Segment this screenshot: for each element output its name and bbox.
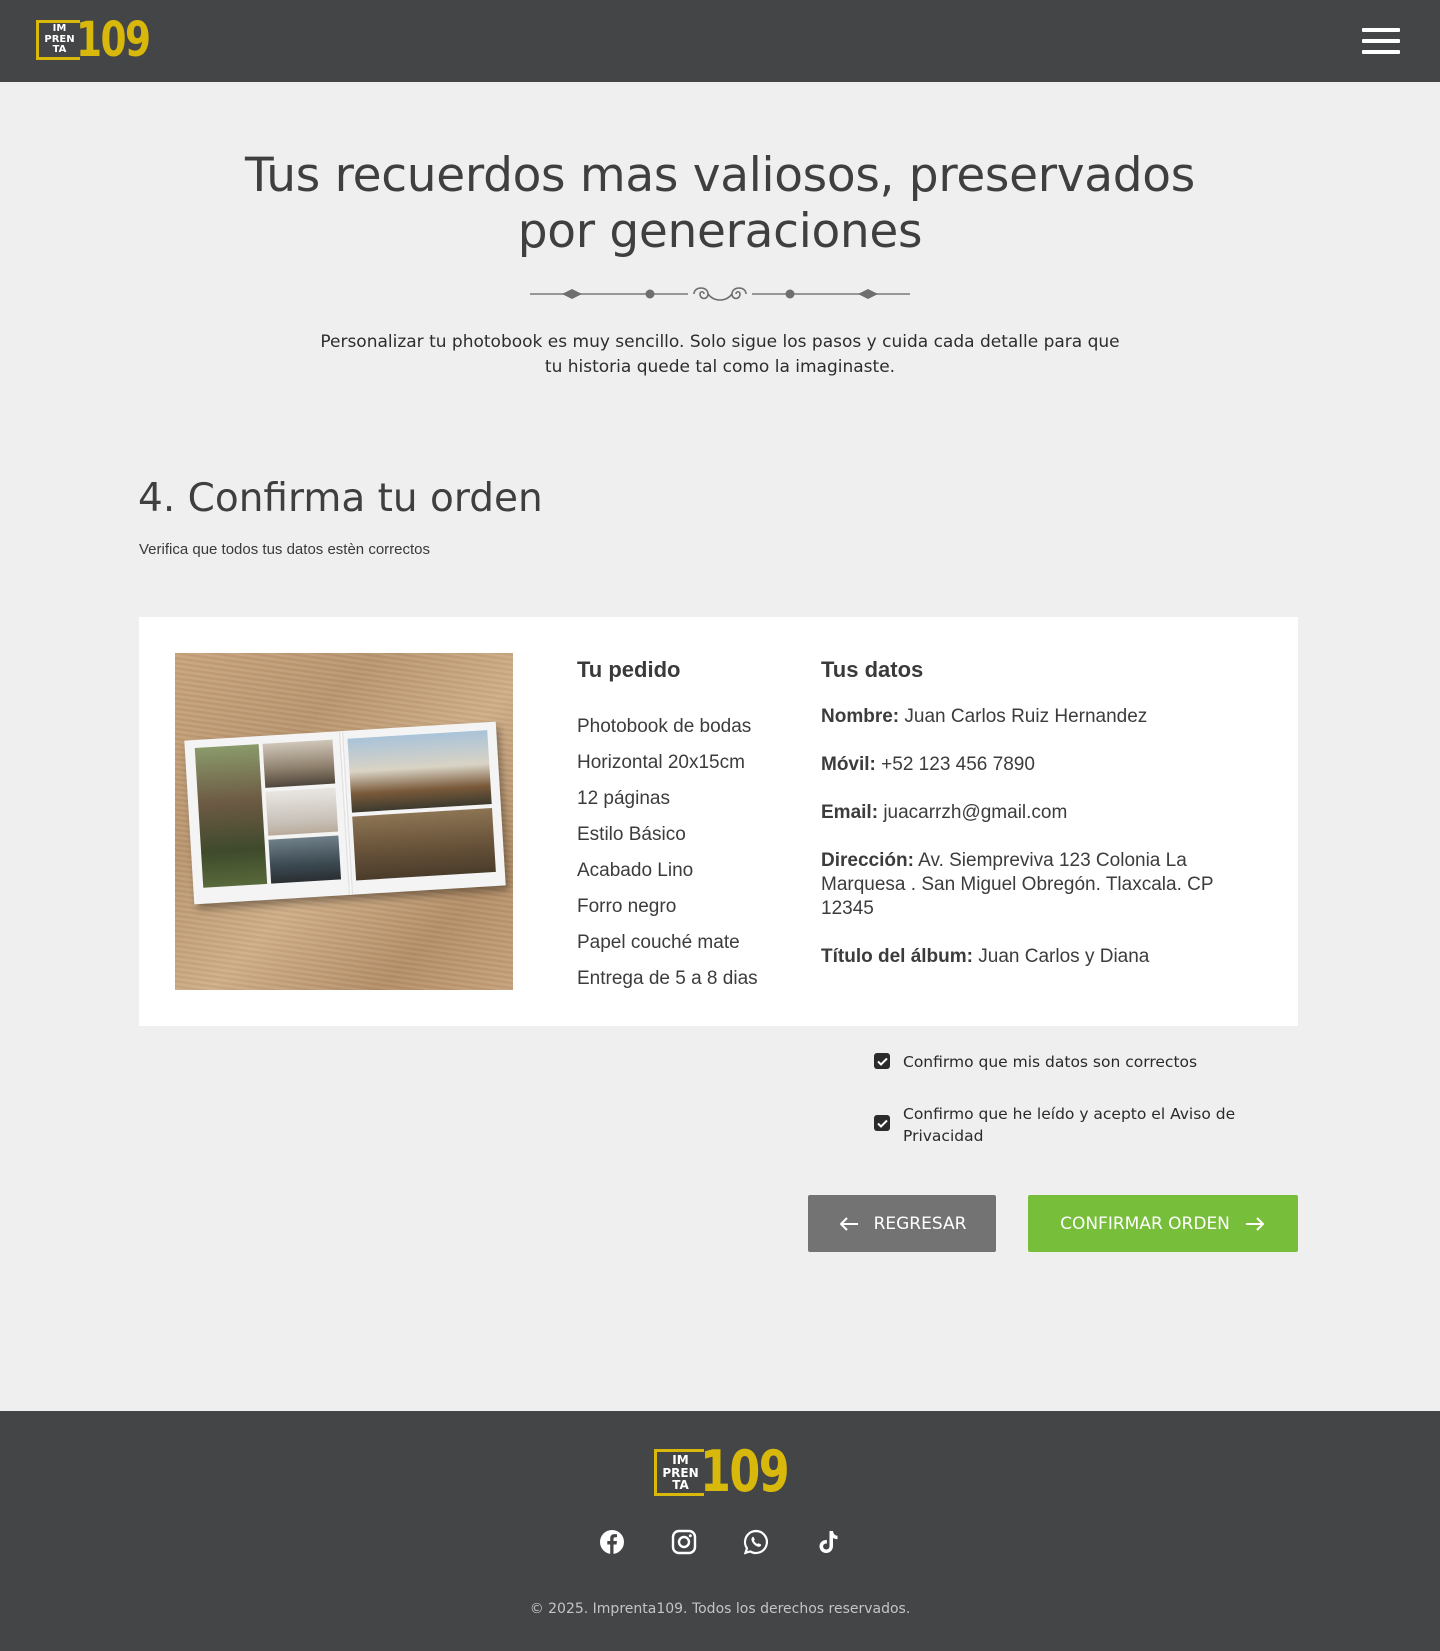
order-item: Photobook de bodas [577, 716, 752, 737]
facebook-icon[interactable] [599, 1529, 625, 1555]
checkmark-icon[interactable] [874, 1115, 890, 1131]
step-subtitle: Verifica que todos tus datos estèn corre… [139, 541, 430, 558]
order-summary-card: Tu pedido Photobook de bodas Horizontal … [139, 617, 1298, 1026]
order-item: Entrega de 5 a 8 dias [577, 968, 758, 989]
site-header: IM PREN TA 109 [0, 0, 1440, 82]
order-title: Tu pedido [577, 657, 681, 682]
logo-text-line: TA [672, 1478, 689, 1493]
field-label: Móvil: [821, 754, 876, 775]
field-value: Juan Carlos y Diana [978, 946, 1150, 967]
order-item: Acabado Lino [577, 860, 694, 881]
confirm-order-label: CONFIRMAR ORDEN [1060, 1213, 1230, 1234]
footer-logo[interactable]: IM PREN TA 109 [654, 1439, 813, 1505]
field-label: Dirección: [821, 850, 914, 871]
site-footer: IM PREN TA 109 © 2025. Imprenta109. Todo… [0, 1411, 1440, 1651]
field-label: Email: [821, 802, 879, 823]
customer-email-row: Email: juacarrzh@gmail.com [821, 801, 1241, 825]
copyright-text: © 2025. Imprenta109. Todos los derechos … [529, 1601, 911, 1617]
customer-data-list: Nombre: Juan Carlos Ruiz Hernandez Móvil… [821, 705, 1241, 993]
order-item: Estilo Básico [577, 824, 686, 845]
tiktok-icon[interactable] [815, 1529, 841, 1555]
hero-title: Tus recuerdos mas valiosos, preservados … [245, 148, 1195, 259]
arrow-right-icon [1245, 1216, 1265, 1231]
social-links [0, 1529, 1440, 1555]
accept-privacy-label: Confirmo que he leído y acepto el Aviso … [903, 1105, 1236, 1145]
customer-data-title: Tus datos [821, 657, 924, 682]
logo-number: 109 [700, 1439, 790, 1505]
field-label: Nombre: [821, 706, 900, 727]
logo-box: IM PREN TA [654, 1449, 704, 1496]
order-items-list: Photobook de bodas Horizontal 20x15cm 12… [577, 709, 758, 997]
order-item: Forro negro [577, 896, 677, 917]
album-title-row: Título del álbum: Juan Carlos y Diana [821, 945, 1241, 969]
ornament-divider-icon [530, 284, 910, 304]
brand-logo[interactable]: IM PREN TA 109 [36, 12, 170, 68]
hamburger-menu-icon[interactable] [1362, 28, 1400, 54]
arrow-left-icon [839, 1216, 858, 1231]
whatsapp-icon[interactable] [743, 1529, 769, 1555]
confirm-data-label: Confirmo que mis datos son correctos [903, 1053, 1198, 1071]
confirm-data-checkbox[interactable]: Confirmo que mis datos son correctos [874, 1051, 1243, 1073]
field-value: +52 123 456 7890 [881, 754, 1035, 775]
order-item: Horizontal 20x15cm [577, 752, 745, 773]
field-value: Juan Carlos Ruiz Hernandez [904, 706, 1148, 727]
order-item: 12 páginas [577, 788, 670, 809]
customer-address-row: Dirección: Av. Siempreviva 123 Colonia L… [821, 849, 1241, 921]
photobook-preview-image [175, 653, 513, 990]
field-value: juacarrzh@gmail.com [883, 802, 1068, 823]
step-title: 4. Confirma tu orden [138, 476, 543, 521]
checkmark-icon[interactable] [874, 1053, 890, 1069]
instagram-icon[interactable] [671, 1529, 697, 1555]
logo-text-line: IM [52, 23, 67, 34]
field-label: Título del álbum: [821, 946, 973, 967]
customer-mobile-row: Móvil: +52 123 456 7890 [821, 753, 1241, 777]
order-item: Papel couché mate [577, 932, 740, 953]
logo-number: 109 [76, 12, 151, 68]
logo-text-line: IM [672, 1453, 689, 1467]
open-photobook [184, 721, 506, 905]
back-button[interactable]: REGRESAR [808, 1195, 996, 1252]
logo-text-line: TA [52, 44, 67, 55]
accept-privacy-checkbox[interactable]: Confirmo que he leído y acepto el Aviso … [874, 1103, 1243, 1147]
confirm-order-button[interactable]: CONFIRMAR ORDEN [1028, 1195, 1298, 1252]
logo-box: IM PREN TA [36, 20, 80, 60]
customer-name-row: Nombre: Juan Carlos Ruiz Hernandez [821, 705, 1241, 729]
hero-subtitle: Personalizar tu photobook es muy sencill… [320, 332, 1120, 377]
back-button-label: REGRESAR [873, 1213, 967, 1234]
